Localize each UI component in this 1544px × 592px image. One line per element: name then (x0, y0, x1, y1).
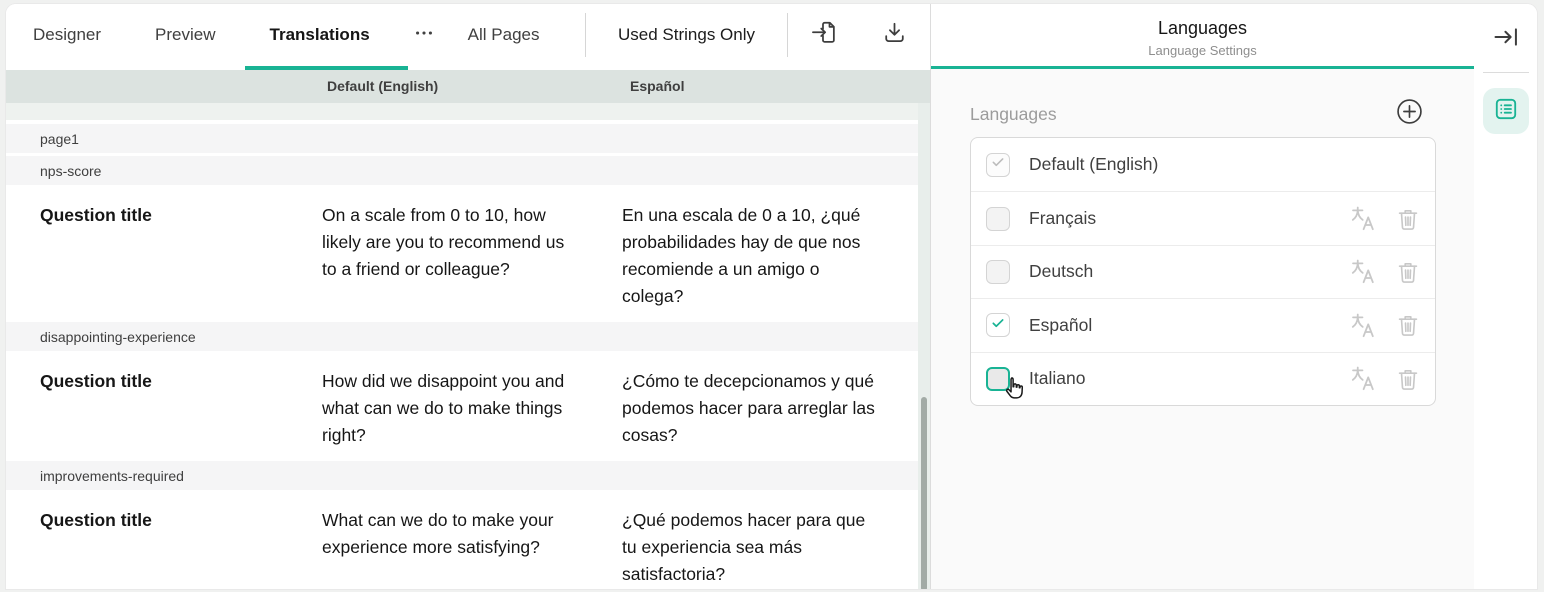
collapse-panel-button[interactable] (1492, 23, 1520, 56)
list-item-deutsch: Deutsch (971, 245, 1435, 298)
string-label: Question title (6, 202, 316, 310)
tab-translations[interactable]: Translations (249, 4, 391, 66)
collapse-panel-icon (1492, 23, 1520, 56)
list-item-francais: Français (971, 191, 1435, 244)
checkbox-default-english (986, 153, 1010, 177)
export-button[interactable] (859, 4, 930, 66)
pages-filter-dropdown[interactable]: All Pages (447, 4, 561, 66)
checkbox-deutsch[interactable] (986, 260, 1010, 284)
language-settings-icon (1493, 96, 1519, 127)
language-settings-tab-button[interactable] (1483, 88, 1529, 134)
strings-filter-dropdown[interactable]: Used Strings Only (586, 25, 787, 45)
trash-icon[interactable] (1395, 206, 1421, 232)
import-file-icon (809, 18, 838, 52)
scrollbar-thumb[interactable] (921, 397, 927, 589)
panel-header: Languages Language Settings (931, 4, 1474, 69)
trash-icon[interactable] (1395, 366, 1421, 392)
table-row: Question title How did we disappoint you… (6, 351, 918, 458)
language-label: Español (1029, 315, 1351, 336)
divider (1483, 72, 1529, 73)
language-label: Français (1029, 208, 1351, 229)
string-label: Question title (6, 368, 316, 449)
tab-bar: Designer Preview Translations All Pages … (6, 4, 930, 66)
language-list: Default (English) Français (970, 137, 1436, 406)
plus-circle-icon (1396, 98, 1423, 130)
scrollbar-track (918, 103, 930, 589)
trash-icon[interactable] (1395, 312, 1421, 338)
checkbox-francais[interactable] (986, 207, 1010, 231)
checkmark-icon (990, 154, 1006, 175)
auto-translate-icon[interactable] (1351, 365, 1378, 392)
column-header-default-english: Default (English) (327, 70, 438, 103)
auto-translate-icon[interactable] (1351, 312, 1378, 339)
translation-grid-header: Default (English) Español (6, 70, 930, 103)
group-row-nps-score: nps-score (6, 156, 918, 185)
add-language-button[interactable] (1396, 98, 1423, 130)
tab-designer[interactable]: Designer (12, 4, 122, 66)
list-item-default-english: Default (English) (971, 138, 1435, 191)
list-item-italiano: Italiano (971, 352, 1435, 405)
english-text-cell[interactable]: How did we disappoint you and what can w… (316, 368, 616, 449)
auto-translate-icon[interactable] (1351, 205, 1378, 232)
translation-grid: page1 nps-score Question title On a scal… (6, 120, 918, 589)
tab-bar-actions: Used Strings Only (585, 4, 930, 66)
import-button[interactable] (788, 4, 859, 66)
ellipsis-icon (413, 22, 435, 49)
column-header-espanol: Español (630, 70, 684, 103)
side-toolbar (1474, 4, 1537, 589)
checkbox-italiano[interactable] (986, 367, 1010, 391)
language-settings-panel: Languages Language Settings Languages (930, 4, 1474, 589)
checkbox-espanol[interactable] (986, 313, 1010, 337)
panel-subtitle: Language Settings (931, 43, 1474, 58)
group-row-page1: page1 (6, 124, 918, 153)
languages-section-header: Languages (970, 94, 1436, 134)
language-label: Default (English) (1029, 154, 1421, 175)
panel-title: Languages (931, 4, 1474, 39)
spanish-text-cell[interactable]: ¿Cómo te decepcionamos y qué podemos hac… (616, 368, 916, 449)
english-text-cell[interactable]: What can we do to make your experience m… (316, 507, 616, 588)
tab-preview[interactable]: Preview (134, 4, 236, 66)
app-window: Designer Preview Translations All Pages … (6, 4, 1537, 589)
english-text-cell[interactable]: On a scale from 0 to 10, how likely are … (316, 202, 616, 310)
spanish-text-cell[interactable]: En una escala de 0 a 10, ¿qué probabilid… (616, 202, 916, 310)
more-tabs-button[interactable] (401, 4, 447, 66)
table-row: Question title On a scale from 0 to 10, … (6, 185, 918, 319)
checkmark-icon (990, 315, 1006, 336)
languages-section-label: Languages (970, 104, 1057, 125)
language-label: Italiano (1029, 368, 1351, 389)
trash-icon[interactable] (1395, 259, 1421, 285)
grid-header-substrip (6, 103, 918, 120)
group-row-improvements-required: improvements-required (6, 461, 918, 490)
group-row-disappointing-experience: disappointing-experience (6, 322, 918, 351)
translations-area: Designer Preview Translations All Pages … (6, 4, 930, 589)
download-icon (880, 18, 909, 52)
active-tab-underline (245, 66, 408, 70)
list-item-espanol: Español (971, 298, 1435, 351)
string-label: Question title (6, 507, 316, 588)
table-row: Question title What can we do to make yo… (6, 490, 918, 589)
spanish-text-cell[interactable]: ¿Qué podemos hacer para que tu experienc… (616, 507, 916, 588)
language-label: Deutsch (1029, 261, 1351, 282)
auto-translate-icon[interactable] (1351, 258, 1378, 285)
